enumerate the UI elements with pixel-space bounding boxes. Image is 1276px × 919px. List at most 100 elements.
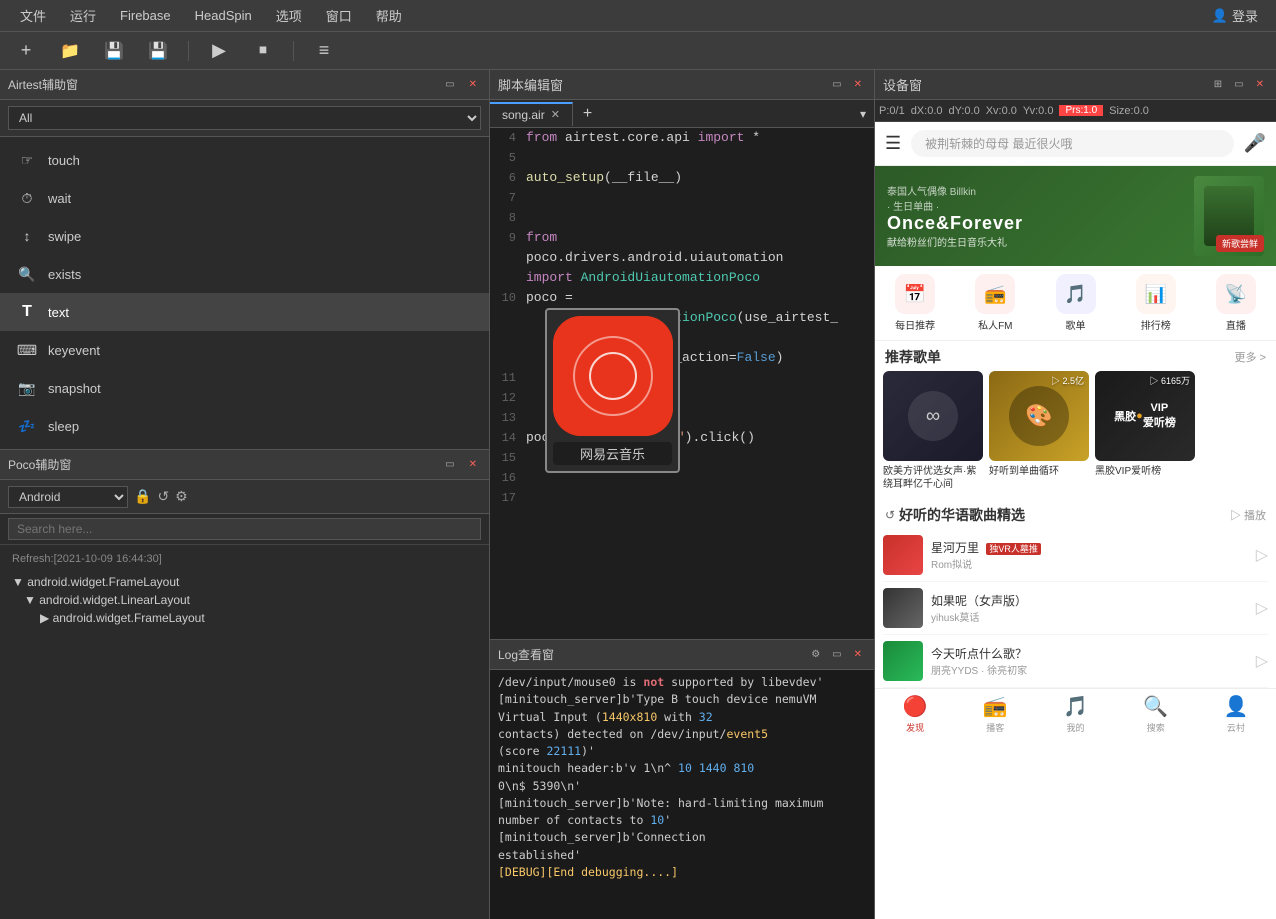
airtest-minimize[interactable]: ▭ [441,77,458,92]
new-button[interactable]: + [12,40,40,61]
code-line-10a: 10 poco = [490,288,874,308]
nav-search[interactable]: 🔍 搜索 [1116,694,1196,734]
app-menu-icon[interactable]: ☰ [885,133,901,154]
nav-mine-icon: 🎵 [1063,694,1088,719]
menu-headspin[interactable]: HeadSpin [183,4,264,27]
banner-artist: 泰国人气偶像 Billkin [887,183,1184,198]
code-line-4: 4 from airtest.core.api import * [490,128,874,148]
song-row-1[interactable]: 星河万里 独VR人墓推 Rom拟说 ▷ [883,529,1268,582]
airtest-item-touch[interactable]: ☞ touch [0,141,489,179]
coord-prs: Prs:1.0 [1059,105,1103,116]
app-icon-fm[interactable]: 📻 私人FM [955,274,1035,332]
menu-run[interactable]: 运行 [58,2,108,29]
airtest-filter-select[interactable]: All [8,106,481,130]
tab-song-air[interactable]: song.air ✕ [490,102,573,126]
song-info-1: 星河万里 独VR人墓推 Rom拟说 [931,539,1248,571]
menu-window[interactable]: 窗口 [314,2,364,29]
airtest-item-sleep[interactable]: 💤 sleep [0,407,489,445]
log-title: Log查看窗 [498,646,554,663]
song-row-2[interactable]: 如果呢（女声版） yihusk莫话 ▷ [883,582,1268,635]
nav-podcast[interactable]: 📻 播客 [955,694,1035,734]
airtest-close[interactable]: ✕ [465,77,481,92]
playlist-card-3[interactable]: ▷ 6165万 黑胶●VIP爱听榜 黑胶VIP爱听榜 [1095,371,1195,491]
song-play-3[interactable]: ▷ [1256,651,1268,671]
airtest-item-exists[interactable]: 🔍 exists [0,255,489,293]
poco-search-area [0,514,489,545]
menu-bar: 文件 运行 Firebase HeadSpin 选项 窗口 帮助 👤 登录 [0,0,1276,32]
app-icon-live[interactable]: 📡 直播 [1196,274,1276,332]
airtest-item-assert-exists[interactable]: ✓ assert_exists [0,445,489,449]
refresh-icon[interactable]: ↺ [885,508,895,522]
nav-mine[interactable]: 🎵 我的 [1035,694,1115,734]
menu-help[interactable]: 帮助 [364,2,414,29]
device-title: 设备窗 [883,75,922,94]
nav-podcast-label: 播客 [986,721,1004,734]
open-button[interactable]: 📁 [56,41,84,61]
app-icon-playlist[interactable]: 🎵 歌单 [1035,274,1115,332]
menu-firebase[interactable]: Firebase [108,4,183,27]
save-button[interactable]: 💾 [100,41,128,61]
song-play-2[interactable]: ▷ [1256,598,1268,618]
banner-new-button[interactable]: 新歌尝鲜 [1216,235,1264,252]
report-button[interactable]: ≡ [310,40,338,61]
tab-dropdown-button[interactable]: ▾ [852,103,874,125]
song-play-1[interactable]: ▷ [1256,545,1268,565]
log-close[interactable]: ✕ [850,647,866,662]
stop-button[interactable]: ⏹ [249,42,277,60]
poco-refresh-icon[interactable]: ↺ [157,488,169,505]
main-area: Airtest辅助窗 ▭ ✕ All ☞ touch ⏱ wait [0,70,1276,919]
save-all-button[interactable]: 💾 [144,41,172,61]
run-button[interactable]: ▶ [205,40,233,61]
code-line-9c: import AndroidUiautomationPoco [490,268,874,288]
poco-platform-select[interactable]: Android [8,486,128,508]
playlist-card-2[interactable]: ▷ 2.5亿 🎨 好听到单曲循环 [989,371,1089,491]
log-filter-icon[interactable]: ⚙ [807,647,824,662]
menu-options[interactable]: 选项 [264,2,314,29]
log-line-3: contacts) detected on /dev/input/event5 [498,726,866,743]
app-icon-chart[interactable]: 📊 排行榜 [1116,274,1196,332]
songs-play-label[interactable]: ▷ 播放 [1230,507,1266,523]
nav-village[interactable]: 👤 云村 [1196,694,1276,734]
script-close[interactable]: ✕ [850,77,866,92]
airtest-item-snapshot[interactable]: 📷 snapshot [0,369,489,407]
nav-discover-label: 发现 [906,721,924,734]
coord-dy: dY:0.0 [949,105,980,117]
poco-toolbar: Android 🔒 ↺ ⚙ [0,480,489,514]
left-panel: Airtest辅助窗 ▭ ✕ All ☞ touch ⏱ wait [0,70,490,919]
daily-label: 每日推荐 [895,317,935,332]
poco-minimize[interactable]: ▭ [441,457,458,472]
poco-tree-item-2[interactable]: ▶ android.widget.FrameLayout [8,609,481,627]
playlist-more[interactable]: 更多 > [1235,349,1266,365]
app-search-bar[interactable]: 被荆斩棘的母母 最近很火哦 [911,130,1233,157]
airtest-item-keyevent[interactable]: ⌨ keyevent [0,331,489,369]
login-button[interactable]: 👤 登录 [1202,2,1268,29]
poco-tree-item-1[interactable]: ▼ android.widget.LinearLayout [8,591,481,609]
nav-discover[interactable]: 🔴 发现 [875,694,955,734]
device-minimize[interactable]: ▭ [1230,77,1247,92]
device-dock-icon[interactable]: ⊞ [1210,77,1226,92]
airtest-item-wait[interactable]: ⏱ wait [0,179,489,217]
song-title-3: 今天听点什么歌？ [931,645,1248,662]
poco-lock-icon[interactable]: 🔒 [134,488,151,505]
airtest-item-swipe[interactable]: ↕ swipe [0,217,489,255]
code-editor[interactable]: 4 from airtest.core.api import * 5 6 aut… [490,128,874,639]
keyevent-label: keyevent [48,343,100,358]
script-minimize[interactable]: ▭ [828,77,845,92]
log-minimize[interactable]: ▭ [828,647,845,662]
code-line-9a: 9 from [490,228,874,248]
playlist-card-1[interactable]: ∞ 欧美方评优选女声·紫绕耳畔亿千心间 [883,371,983,491]
menu-file[interactable]: 文件 [8,2,58,29]
poco-search-input[interactable] [8,518,481,540]
app-icon-daily[interactable]: 📅 每日推荐 [875,274,955,332]
poco-close[interactable]: ✕ [465,457,481,472]
tab-close-icon[interactable]: ✕ [551,108,560,121]
poco-tree-item-0[interactable]: ▼ android.widget.FrameLayout [8,573,481,591]
device-close[interactable]: ✕ [1252,77,1268,92]
poco-settings-icon[interactable]: ⚙ [175,488,188,505]
song-row-3[interactable]: 今天听点什么歌？ 朋亮YYDS · 徐亮初家 ▷ [883,635,1268,688]
nav-village-icon: 👤 [1223,694,1248,719]
tab-add-button[interactable]: + [573,101,602,127]
app-mic-icon[interactable]: 🎤 [1244,133,1266,154]
airtest-item-text[interactable]: T text [0,293,489,331]
banner-title: Once&Forever [887,213,1184,234]
